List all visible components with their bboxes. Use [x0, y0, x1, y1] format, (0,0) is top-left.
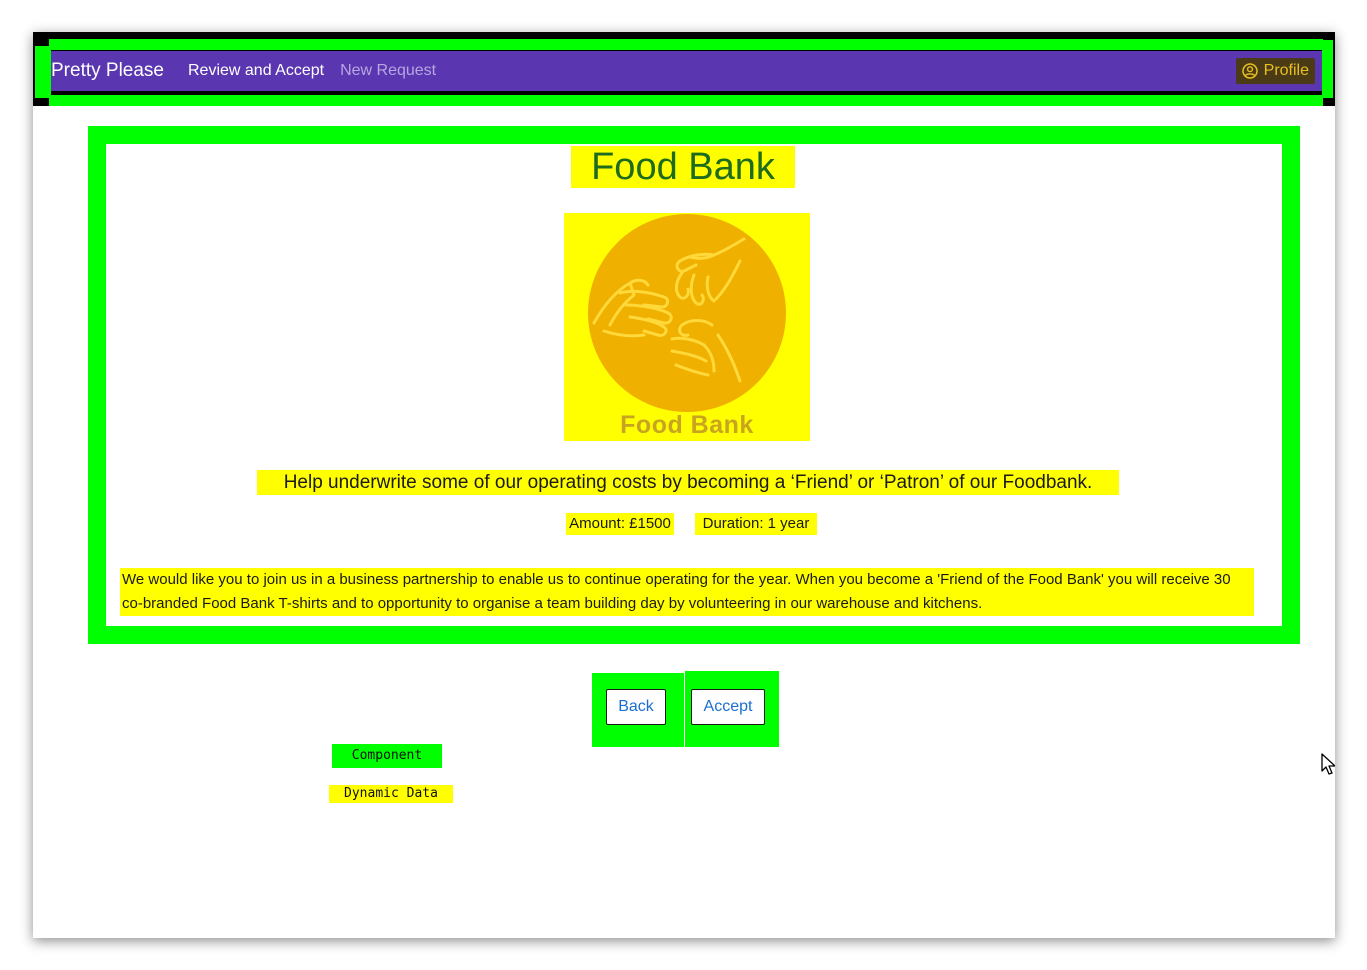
accept-button[interactable]: Accept: [691, 689, 765, 725]
highlight-bar: [35, 46, 51, 98]
description-text: We would like you to join us in a busine…: [120, 568, 1254, 616]
back-button[interactable]: Back: [606, 689, 666, 725]
tagline: Help underwrite some of our operating co…: [257, 470, 1119, 495]
highlight-bar: [49, 39, 1323, 50]
nav-link-review-and-accept[interactable]: Review and Accept: [188, 62, 324, 80]
component-label: Component: [332, 744, 442, 768]
highlight-bar: [1322, 40, 1333, 98]
logo-text: Food Bank: [620, 411, 754, 439]
user-circle-icon: [1241, 63, 1258, 79]
page-title: Food Bank: [571, 146, 795, 188]
dynamic-data-label: Dynamic Data: [329, 785, 453, 803]
brand-link[interactable]: Pretty Please: [51, 60, 164, 82]
profile-button[interactable]: Profile: [1235, 58, 1315, 84]
mouse-pointer-icon: [1321, 753, 1335, 775]
duration-value: Duration: 1 year: [695, 513, 817, 535]
navbar-frame: Pretty Please Review and Accept New Requ…: [33, 32, 1335, 106]
food-bank-logo: Food Bank: [564, 213, 810, 441]
hands-icon: [588, 214, 786, 412]
nav-link-new-request[interactable]: New Request: [340, 62, 436, 80]
profile-label: Profile: [1263, 62, 1309, 79]
app-window: Pretty Please Review and Accept New Requ…: [33, 32, 1335, 938]
highlight-bar: [49, 95, 1323, 106]
navbar: Pretty Please Review and Accept New Requ…: [51, 51, 1322, 91]
amount-value: Amount: £1500: [566, 513, 674, 535]
